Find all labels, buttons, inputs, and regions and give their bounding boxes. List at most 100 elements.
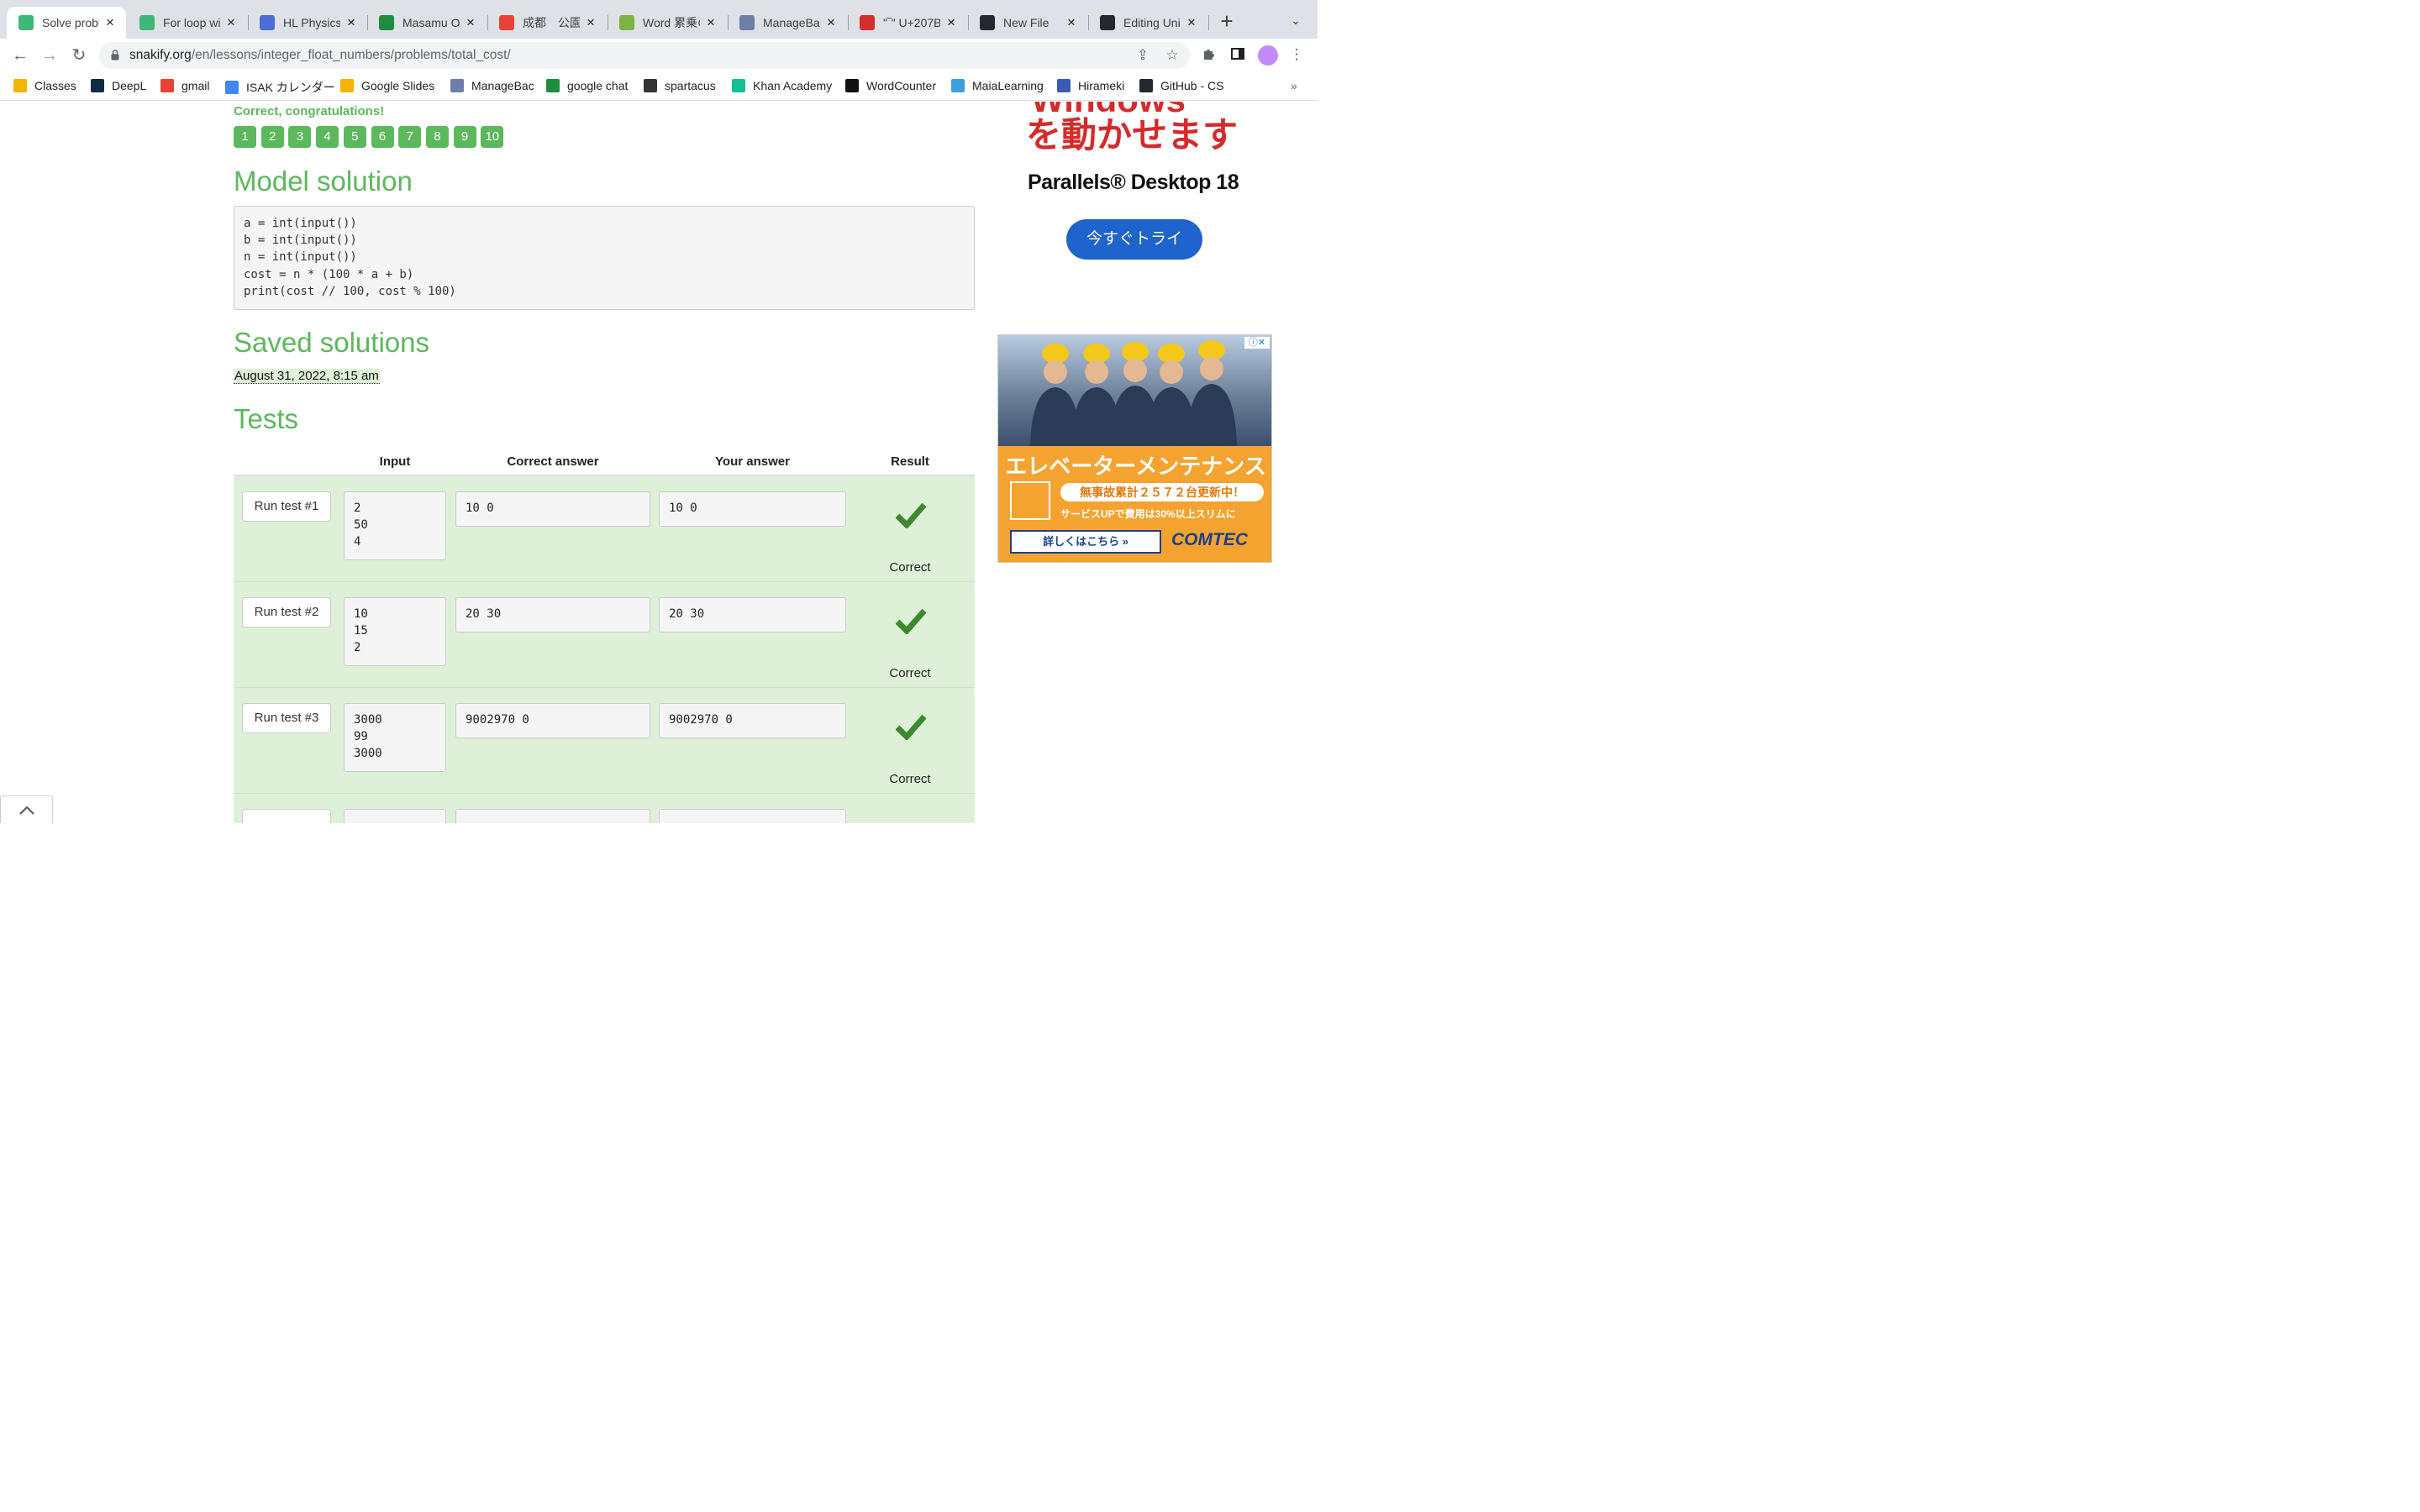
problem-button-3[interactable]: 3 bbox=[288, 126, 312, 148]
result-label: Correct bbox=[889, 666, 931, 680]
url-path: /en/lessons/integer_float_numbers/proble… bbox=[191, 48, 511, 62]
bookmark-item[interactable]: spartacus bbox=[644, 79, 716, 92]
bookmark-favicon-icon bbox=[225, 81, 239, 94]
reload-icon[interactable]: ↻ bbox=[69, 45, 89, 66]
bookmark-item[interactable]: Google Slides bbox=[340, 79, 434, 92]
forward-arrow-icon[interactable]: → bbox=[39, 45, 60, 66]
ad-pill: 無事故累計２５７２台更新中！ bbox=[1060, 483, 1264, 501]
bookmark-star-icon[interactable]: ☆ bbox=[1164, 47, 1181, 64]
tab-7[interactable]: ManageBac × bbox=[728, 7, 847, 39]
model-solution-heading: Model solution bbox=[234, 165, 413, 197]
tab-title: Masamu Os bbox=[402, 16, 460, 29]
your-answer-partial bbox=[659, 809, 846, 823]
bookmark-item[interactable]: ManageBac bbox=[450, 79, 534, 92]
bookmark-favicon-icon bbox=[450, 79, 464, 92]
tab-5[interactable]: 成都 公園 -× bbox=[487, 7, 607, 39]
problem-button-10[interactable]: 10 bbox=[481, 126, 504, 148]
side-panel-icon[interactable] bbox=[1228, 46, 1247, 65]
problem-button-4[interactable]: 4 bbox=[316, 126, 339, 148]
profile-avatar[interactable] bbox=[1258, 45, 1278, 66]
bookmark-item[interactable]: Khan Academy bbox=[732, 79, 832, 92]
test-input: 10 15 2 bbox=[344, 597, 446, 666]
tab-3[interactable]: HL Physics × bbox=[248, 7, 367, 39]
correct-answer: 20 30 bbox=[455, 597, 650, 633]
problem-button-6[interactable]: 6 bbox=[371, 126, 394, 148]
github-icon bbox=[1100, 15, 1115, 30]
tab-title: ManageBac bbox=[763, 16, 820, 29]
tab-close-icon[interactable]: × bbox=[583, 14, 598, 31]
tab-close-icon[interactable]: × bbox=[103, 14, 118, 31]
more-menu-icon[interactable]: ⋮ bbox=[1287, 46, 1306, 65]
column-header-your-answer: Your answer bbox=[715, 454, 790, 469]
bookmark-label: DeepL bbox=[112, 79, 147, 92]
run-test-button[interactable]: Run test #1 bbox=[242, 491, 331, 522]
scroll-to-top-button[interactable] bbox=[0, 795, 53, 823]
run-test-button[interactable]: Run test #2 bbox=[242, 597, 331, 627]
tab-close-icon[interactable]: × bbox=[1184, 14, 1199, 31]
bookmarks-overflow-button[interactable]: » bbox=[1291, 79, 1297, 92]
bookmark-item[interactable]: google chat bbox=[546, 79, 628, 92]
address-bar[interactable]: snakify.org/en/lessons/integer_float_num… bbox=[99, 42, 1190, 69]
tab-2[interactable]: For loop wit × bbox=[128, 7, 247, 39]
tab-separator bbox=[1088, 15, 1089, 30]
tab-1[interactable]: Solve proble × bbox=[7, 7, 126, 39]
bookmark-favicon-icon bbox=[546, 79, 560, 92]
tab-8[interactable]: "‾" U+207B × bbox=[848, 7, 967, 39]
tab-title: New File bbox=[1003, 16, 1050, 29]
test-input: 2 50 4 bbox=[344, 491, 446, 560]
bookmark-item[interactable]: MaiaLearning bbox=[951, 79, 1044, 92]
run-test-button-partial[interactable] bbox=[242, 809, 331, 823]
your-answer: 10 0 bbox=[659, 491, 846, 527]
tab-close-icon[interactable]: × bbox=[344, 14, 359, 31]
tab-search-chevron-icon[interactable]: ⌄ bbox=[1287, 13, 1304, 30]
tab-close-icon[interactable]: × bbox=[463, 14, 478, 31]
tab-close-icon[interactable]: × bbox=[823, 14, 839, 31]
tab-title: HL Physics bbox=[283, 16, 340, 29]
checkmark-icon bbox=[896, 608, 926, 634]
problem-button-2[interactable]: 2 bbox=[260, 126, 284, 148]
browser-toolbar: ← → ↻ snakify.org/en/lessons/integer_flo… bbox=[0, 39, 1318, 72]
bookmark-item[interactable]: ISAK カレンダー bbox=[225, 79, 335, 96]
tab-separator bbox=[728, 15, 729, 30]
url-text: snakify.org/en/lessons/integer_float_num… bbox=[129, 48, 511, 63]
problem-button-1[interactable]: 1 bbox=[234, 126, 256, 148]
ad-cta-button[interactable]: 今すぐトライ bbox=[1066, 219, 1202, 260]
bookmark-favicon-icon bbox=[91, 79, 104, 92]
bookmark-item[interactable]: gmail bbox=[160, 79, 209, 92]
bookmark-item[interactable]: WordCounter bbox=[845, 79, 936, 92]
extensions-puzzle-icon[interactable] bbox=[1200, 46, 1218, 65]
bookmark-item[interactable]: Classes bbox=[13, 79, 76, 92]
bookmark-label: WordCounter bbox=[866, 79, 937, 92]
problem-button-8[interactable]: 8 bbox=[425, 126, 449, 148]
tab-close-icon[interactable]: × bbox=[703, 14, 718, 31]
tab-4[interactable]: Masamu Os × bbox=[367, 7, 487, 39]
sheets-icon bbox=[379, 15, 394, 30]
bookmark-item[interactable]: DeepL bbox=[91, 79, 146, 92]
ad-details-button[interactable]: 詳しくはこちら » bbox=[1010, 530, 1161, 554]
problem-button-5[interactable]: 5 bbox=[343, 126, 366, 148]
tab-9[interactable]: New File × bbox=[968, 7, 1087, 39]
problem-button-9[interactable]: 9 bbox=[453, 126, 476, 148]
back-arrow-icon[interactable]: ← bbox=[10, 45, 30, 66]
bookmark-item[interactable]: Hirameki bbox=[1057, 79, 1124, 92]
tests-heading: Tests bbox=[234, 403, 299, 434]
saved-solution-link[interactable]: August 31, 2022, 8:15 am bbox=[234, 369, 380, 384]
bookmark-item[interactable]: GitHub - CS bbox=[1139, 79, 1223, 92]
tab-separator bbox=[248, 15, 249, 30]
tab-close-icon[interactable]: × bbox=[944, 14, 959, 31]
bookmark-favicon-icon bbox=[644, 79, 657, 92]
problem-button-7[interactable]: 7 bbox=[398, 126, 422, 148]
new-tab-button[interactable]: + bbox=[1217, 10, 1237, 32]
tab-close-icon[interactable]: × bbox=[224, 14, 239, 31]
parallels-ad[interactable]: Windows を動かせます Parallels® Desktop 18 今すぐ… bbox=[997, 102, 1271, 270]
comtec-ad[interactable]: ⓘ✕ エレベーターメンテナンス 無事故累計２５７２台更新中！ サービスUPで費用… bbox=[997, 334, 1272, 563]
share-icon[interactable]: ⇪ bbox=[1134, 47, 1151, 64]
ad-close-icon[interactable]: ⓘ✕ bbox=[1244, 337, 1270, 349]
tab-10[interactable]: Editing Unit × bbox=[1088, 7, 1207, 39]
app-icon bbox=[619, 15, 634, 30]
run-test-button[interactable]: Run test #3 bbox=[242, 703, 331, 733]
checkmark-icon bbox=[896, 714, 926, 740]
tab-close-icon[interactable]: × bbox=[1064, 14, 1079, 31]
bookmark-favicon-icon bbox=[13, 79, 27, 92]
tab-6[interactable]: Word 累乗の× bbox=[608, 7, 727, 39]
